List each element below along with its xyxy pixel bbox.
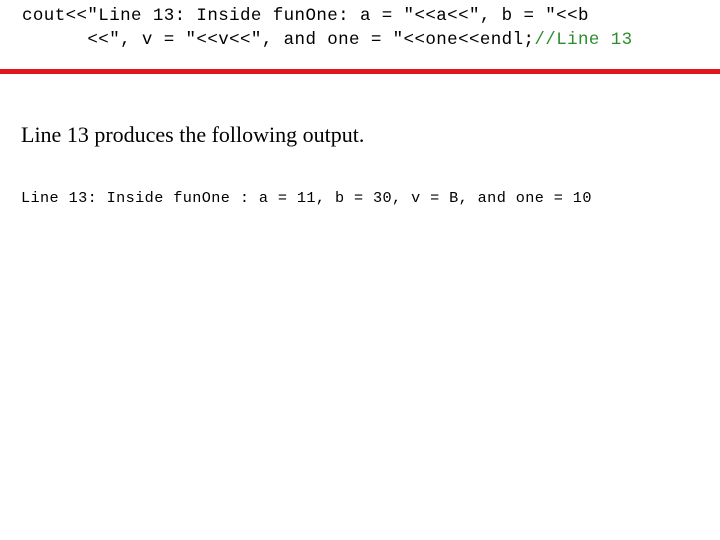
description-text: Line 13 produces the following output. (21, 122, 365, 147)
code-line-1: cout<<"Line 13: Inside funOne: a = "<<a<… (22, 6, 589, 26)
divider-line (0, 69, 720, 74)
code-line-2: <<", v = "<<v<<", and one = "<<one<<endl… (22, 30, 535, 50)
code-comment: //Line 13 (534, 30, 633, 50)
program-output: Line 13: Inside funOne : a = 11, b = 30,… (21, 189, 592, 207)
code-snippet: cout<<"Line 13: Inside funOne: a = "<<a<… (22, 4, 633, 52)
